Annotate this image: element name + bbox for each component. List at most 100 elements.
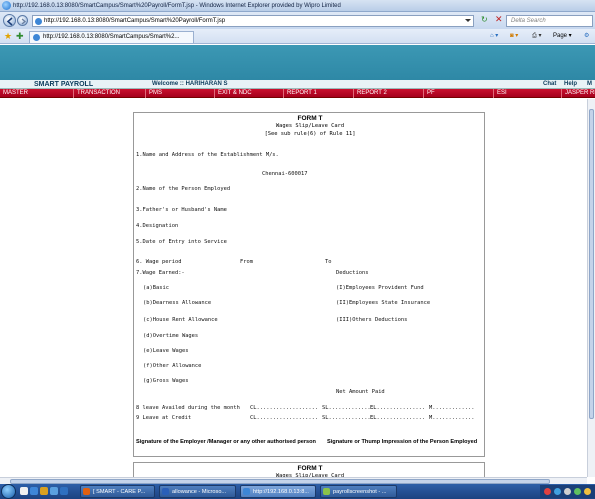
refresh-icon[interactable]: ↻ xyxy=(481,16,488,24)
welcome-text: Welcome :: HARIHARAN S xyxy=(152,81,228,87)
address-url: http://192.168.0.13:8080/SmartCampus/Sma… xyxy=(44,18,226,24)
wage-period-label: 6. Wage period xyxy=(136,259,182,265)
back-button[interactable] xyxy=(3,14,16,27)
quick-launch-icon[interactable] xyxy=(40,487,48,495)
chevron-down-icon[interactable] xyxy=(465,19,471,22)
earning-other-allowance: (f)Other Allowance xyxy=(143,363,202,369)
scroll-thumb[interactable] xyxy=(589,109,594,419)
wage-to-label: To xyxy=(325,259,332,265)
app-header-bar: SMART PAYROLL Welcome :: HARIHARAN S Cha… xyxy=(0,80,595,89)
taskbar-label: http://192.168.0.13:8... xyxy=(253,489,309,495)
deduction-state-insurance: (II)Employees State Insurance xyxy=(336,300,431,306)
window-title: http://192.168.0.13:8080/SmartCampus/Sma… xyxy=(13,3,341,9)
chat-link[interactable]: Chat xyxy=(543,80,556,89)
word-icon xyxy=(162,488,169,495)
tray-icon[interactable] xyxy=(554,488,561,495)
earning-house-rent-allowance: (c)House Rent Allowance xyxy=(143,317,218,323)
favorites-star-icon[interactable]: ★ xyxy=(4,31,12,41)
app-banner xyxy=(0,45,595,80)
add-favorites-icon[interactable]: ✚ xyxy=(16,31,24,41)
net-amount-label: Net Amount Paid xyxy=(336,389,385,395)
quick-launch-icon[interactable] xyxy=(50,487,58,495)
quick-launch-icon[interactable] xyxy=(20,487,28,495)
leave-credit-cl: CL................... xyxy=(250,415,319,421)
back-arrow-icon xyxy=(6,17,13,26)
home-icon[interactable]: ⌂ ▾ xyxy=(490,32,498,41)
menu-jasper-report[interactable]: JASPER RE xyxy=(562,89,595,98)
form-t-card: FORM T Wages Slip/Leave Card [See sub ru… xyxy=(133,112,485,457)
leave-credit-el: EL............... xyxy=(370,415,426,421)
taskbar-label: allowance - Microso... xyxy=(172,489,227,495)
horizontal-scrollbar[interactable] xyxy=(0,477,587,484)
earning-gross-wages: (g)Gross Wages xyxy=(143,378,189,384)
leave-credit-sl: SL.............. xyxy=(322,415,374,421)
taskbar-label: [ SMART - CARE P... xyxy=(93,489,146,495)
employee-name-label: 2.Name of the Person Employed xyxy=(136,186,231,192)
firefox-icon xyxy=(83,488,90,495)
taskbar-button-paint[interactable]: payrollscreenshot - ... xyxy=(320,485,397,498)
vertical-scrollbar[interactable] xyxy=(587,99,595,477)
taskbar-button-ie[interactable]: http://192.168.0.13:8... xyxy=(240,485,316,498)
establishment-city: Chennai-600017 xyxy=(262,171,308,177)
network-icon[interactable] xyxy=(574,488,581,495)
menu-pf[interactable]: PF xyxy=(424,89,494,98)
menu-exit-ndc[interactable]: EXIT & NDC xyxy=(215,89,284,98)
help-link[interactable]: Help xyxy=(564,80,577,89)
page-menu[interactable]: Page ▾ xyxy=(553,32,572,41)
tray-icon[interactable] xyxy=(584,488,591,495)
tab-label: http://192.168.0.13:8080/SmartCampus/Sma… xyxy=(43,34,180,40)
forward-arrow-icon xyxy=(21,18,27,25)
quick-launch-icon[interactable] xyxy=(30,487,38,495)
menu-pms[interactable]: PMS xyxy=(146,89,215,98)
address-toolbar: http://192.168.0.13:8080/SmartCampus/Sma… xyxy=(0,12,595,29)
search-placeholder: Delta Search xyxy=(511,18,546,24)
deduction-others: (III)Others Deductions xyxy=(336,317,408,323)
tab-page-icon xyxy=(33,34,40,41)
tray-icon[interactable] xyxy=(544,488,551,495)
search-input[interactable]: Delta Search xyxy=(506,15,593,27)
menu-transaction[interactable]: TRANSACTION xyxy=(74,89,146,98)
menu-esi[interactable]: ESI xyxy=(494,89,562,98)
page-icon xyxy=(35,18,42,25)
forward-button[interactable] xyxy=(17,15,28,26)
earning-basic: (a)Basic xyxy=(143,285,169,291)
browser-tab[interactable]: http://192.168.0.13:8080/SmartCampus/Sma… xyxy=(29,31,194,43)
print-icon[interactable]: ⎙ ▾ xyxy=(532,32,541,41)
form-rule: [See sub rule(6) of Rule 11] xyxy=(264,131,356,137)
main-menu-bar: MASTER TRANSACTION PMS EXIT & NDC REPORT… xyxy=(0,89,595,98)
signature-employer: Signature of the Employer /Manager or an… xyxy=(136,439,316,445)
window-title-bar[interactable]: http://192.168.0.13:8080/SmartCampus/Sma… xyxy=(0,0,595,12)
menu-master[interactable]: MASTER xyxy=(0,89,74,98)
tools-gear-icon[interactable]: ⚙ xyxy=(584,32,589,41)
deduction-provident-fund: (I)Employees Provident Fund xyxy=(336,285,424,291)
father-name-label: 3.Father's or Husband's Name xyxy=(136,207,227,213)
menu-report-1[interactable]: REPORT 1 xyxy=(284,89,354,98)
more-link[interactable]: M xyxy=(587,80,592,89)
leave-availed-m: M............. xyxy=(429,405,475,411)
signature-employee: Signature or Thump Impression of the Per… xyxy=(327,439,478,445)
wage-earned-label: 7.Wage Earned:- xyxy=(136,270,185,276)
stop-icon[interactable]: ✕ xyxy=(495,15,503,24)
quick-launch-icon[interactable] xyxy=(60,487,68,495)
earning-leave-wages: (e)Leave Wages xyxy=(143,348,189,354)
leave-availed-sl: SL.............. xyxy=(322,405,374,411)
address-input[interactable]: http://192.168.0.13:8080/SmartCampus/Sma… xyxy=(32,15,474,27)
feeds-icon[interactable]: ◙ ▾ xyxy=(510,32,518,41)
taskbar-button-smart-care[interactable]: [ SMART - CARE P... xyxy=(80,485,155,498)
earning-dearness-allowance: (b)Dearness Allowance xyxy=(143,300,212,306)
taskbar-button-allowance[interactable]: allowance - Microso... xyxy=(159,485,236,498)
leave-credit-label: 9 Leave at Credit xyxy=(136,415,192,421)
internet-explorer-icon xyxy=(243,488,250,495)
internet-explorer-icon xyxy=(2,1,11,10)
establishment-label: 1.Name and Address of the Establishment … xyxy=(136,152,279,158)
wage-from-label: From xyxy=(240,259,253,265)
form-title: FORM T xyxy=(297,115,323,122)
windows-taskbar: [ SMART - CARE P... allowance - Microso.… xyxy=(0,484,595,499)
volume-icon[interactable] xyxy=(564,488,571,495)
favorites-bar: ★ ✚ http://192.168.0.13:8080/SmartCampus… xyxy=(0,29,595,44)
menu-report-2[interactable]: REPORT 2 xyxy=(354,89,424,98)
start-button[interactable] xyxy=(1,484,16,499)
leave-availed-el: EL............... xyxy=(370,405,426,411)
designation-label: 4.Designation xyxy=(136,223,179,229)
earning-overtime-wages: (d)Overtime Wages xyxy=(143,333,199,339)
